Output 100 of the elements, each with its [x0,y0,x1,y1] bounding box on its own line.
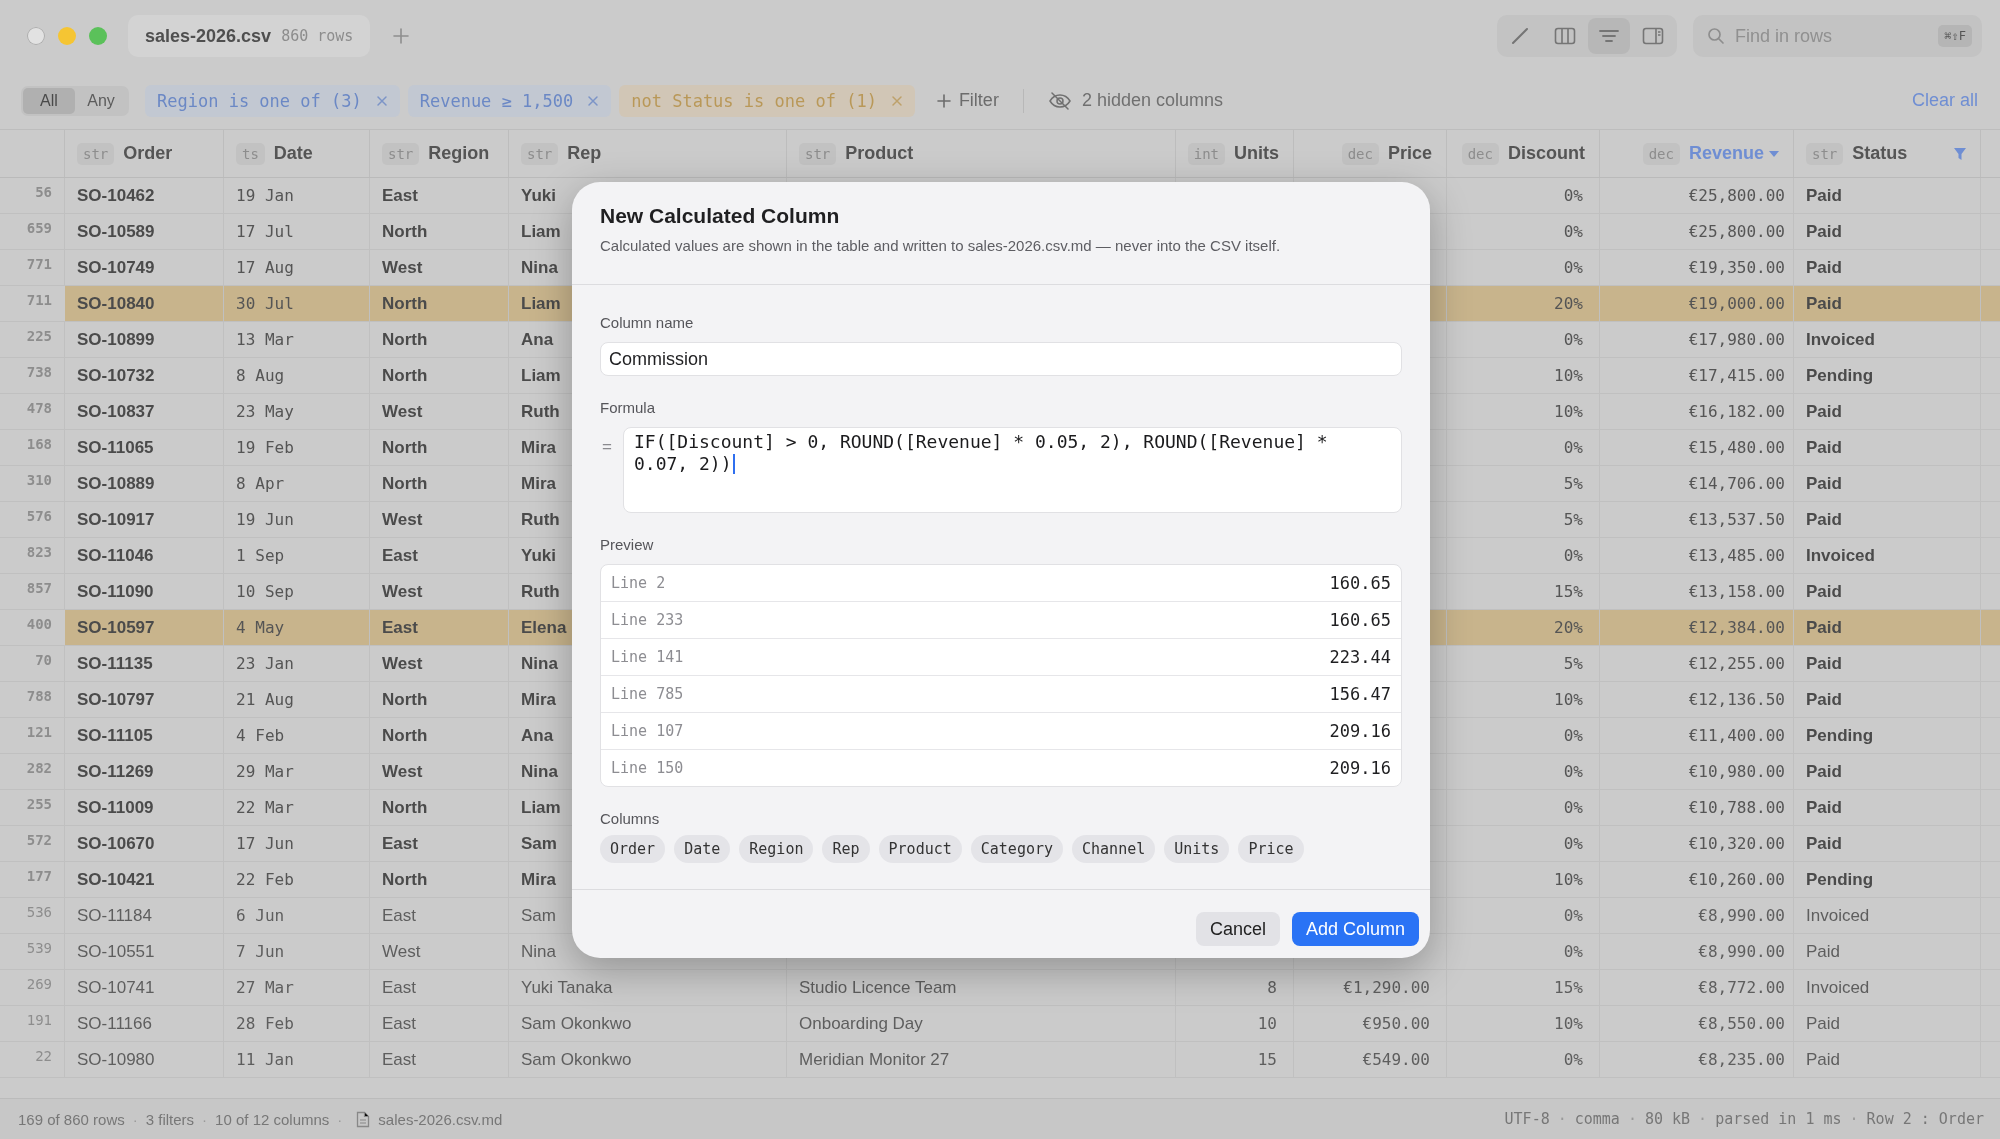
table-cell: West [382,581,423,602]
table-cell: 1 Sep [236,546,285,565]
table-cell: Paid [1806,653,1842,674]
table-cell: SO-10421 [77,869,155,890]
table-cell: 23 May [236,402,294,421]
table-cell: 0% [1563,222,1583,241]
table-cell: €15,480.00 [1688,438,1785,457]
table-cell: SO-11135 [77,653,153,674]
table-cell: SO-10797 [77,689,155,710]
table-cell: Invoiced [1806,545,1875,566]
preview-value: 156.47 [1329,684,1391,704]
table-cell: €950.00 [1362,1014,1430,1033]
table-cell: €8,550.00 [1698,1014,1785,1033]
table-cell: 17 Jun [236,834,294,853]
table-cell: Ruth [521,581,560,602]
separator: · [1849,1110,1859,1128]
line-number: 225 [26,328,52,344]
table-cell: SO-10732 [77,365,155,386]
table-cell: 10 Sep [236,582,294,601]
table-cell: West [382,401,423,422]
table-cell: 5% [1563,510,1583,529]
line-number: 478 [26,400,52,416]
table-cell: €25,800.00 [1688,222,1785,241]
table-cell: Sam Okonkwo [521,1049,632,1070]
table-cell: SO-11009 [77,797,154,818]
table-cell: 0% [1563,186,1583,205]
table-cell: €8,990.00 [1698,906,1785,925]
status-text: 80 kB [1644,1110,1691,1128]
field-label: Preview [600,535,655,555]
equals-sign: = [602,436,613,457]
table-cell: 4 May [236,618,285,637]
table-cell: Sam [521,833,557,854]
table-cell: €10,260.00 [1688,870,1785,889]
preview-line: Line 141 [611,648,684,666]
line-number: 177 [26,868,52,884]
table-cell: €19,350.00 [1688,258,1785,277]
table-cell: SO-11166 [77,1013,152,1034]
table-cell: North [382,221,428,242]
row-count: 860 rows [281,27,354,45]
table-cell: Ruth [521,509,560,530]
table-cell: North [382,293,428,314]
table-cell: 15 [1257,1050,1277,1069]
table-cell: 10% [1554,690,1583,709]
table-cell: 11 Jan [236,1050,294,1069]
table-cell: Paid [1806,617,1842,638]
status-text: parsed in 1 ms [1715,1110,1842,1128]
table-cell: 17 Jul [236,222,294,241]
table-cell: 6 Jun [236,906,285,925]
table-cell: 0% [1563,330,1583,349]
table-cell: Studio Licence Team [799,977,957,998]
separator: · [132,1110,138,1128]
table-cell: Pending [1806,725,1874,746]
table-cell: SO-10670 [77,833,155,854]
preview-value: 209.16 [1329,721,1391,741]
table-cell: Paid [1806,437,1842,458]
table-cell: 0% [1563,726,1583,745]
line-number: 168 [26,436,52,452]
table-cell: Sam [521,905,556,926]
line-number: 572 [26,832,52,848]
table-cell: Yuki [521,185,556,206]
table-cell: €16,182.00 [1688,402,1785,421]
table-cell: €8,235.00 [1698,1050,1785,1069]
field-label: Column name [600,313,695,333]
table-cell: North [382,365,428,386]
line-number: 659 [26,220,52,236]
table-cell: €19,000.00 [1688,294,1785,313]
table-cell: SO-10889 [77,473,155,494]
table-cell: €11,400.00 [1688,726,1785,745]
table-cell: 0% [1563,798,1583,817]
table-cell: Yuki [521,545,556,566]
table-cell: 8 Aug [236,366,285,385]
table-cell: 10% [1554,1014,1583,1033]
table-cell: North [382,473,428,494]
line-number: 771 [26,256,52,272]
table-cell: SO-11046 [77,545,154,566]
table-cell: 22 Feb [236,870,294,889]
line-number: 269 [26,976,52,992]
table-cell: €12,384.00 [1688,618,1785,637]
table-cell: Sam Okonkwo [521,1013,632,1034]
table-cell: Paid [1806,1013,1841,1034]
table-cell: 4 Feb [236,726,285,745]
separator: · [1627,1110,1637,1128]
table-cell: Ruth [521,401,560,422]
table-cell: 0% [1563,1050,1583,1069]
table-cell: SO-10899 [77,329,155,350]
preview-value: 209.16 [1329,758,1391,778]
table-cell: €549.00 [1362,1050,1430,1069]
line-number: 857 [26,580,52,596]
table-cell: 10% [1554,366,1583,385]
table-cell: €13,485.00 [1688,546,1785,565]
table-cell: 20% [1554,294,1583,313]
table-cell: North [382,797,428,818]
line-number: 56 [35,184,52,200]
table-cell: 10 [1257,1014,1277,1033]
status-text: Row 2 : Order [1866,1110,1984,1128]
table-cell: Nina [521,761,558,782]
status-text: 169 of 860 rows [18,1110,125,1128]
table-cell: 22 Mar [236,798,294,817]
separator: · [1557,1110,1567,1128]
table-cell: Ana [521,725,554,746]
